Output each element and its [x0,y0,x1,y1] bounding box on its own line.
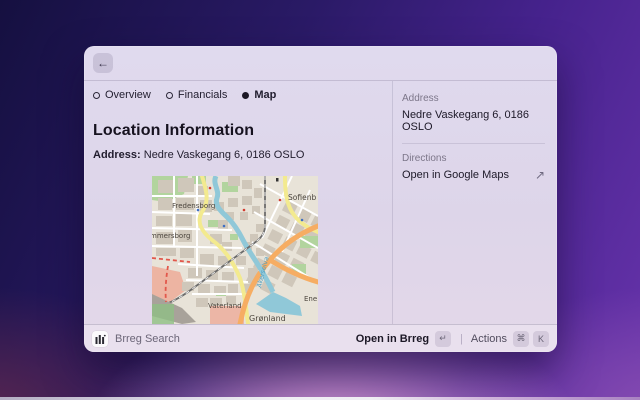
brreg-app-icon [92,331,108,347]
app-name: Brreg Search [115,333,180,345]
detail-main: Overview Financials Map Location Informa… [84,81,392,324]
sidebar-address-label: Address [402,93,545,104]
tab-map[interactable]: Map [242,89,276,101]
oslo-map-graphic: Fredensborg mmersborg Sofienb Vaterland … [152,176,318,324]
map-label-vaterland: Vaterland [208,302,242,310]
return-key-icon: ↵ [435,331,451,347]
sidebar-address-value: Nedre Vaskegang 6, 0186 OSLO [402,109,545,133]
open-in-google-maps-link[interactable]: Open in Google Maps ↗ [402,169,545,181]
window-content: Overview Financials Map Location Informa… [84,81,557,324]
tab-overview-label: Overview [105,89,151,101]
map-label-hammersborg: mmersborg [152,232,190,240]
window-header: ← [84,46,557,81]
brreg-logo-icon [94,333,106,345]
address-label: Address: [93,149,141,161]
radio-unselected-icon [166,92,173,99]
actions-label: Actions [471,333,507,345]
page-title: Location Information [93,122,382,140]
view-tabs: Overview Financials Map [93,89,382,101]
command-key-icon: ⌘ [513,331,529,347]
metadata-panel: Address Nedre Vaskegang 6, 0186 OSLO Dir… [393,81,557,324]
tab-map-label: Map [254,89,276,101]
primary-action-label: Open in Brreg [356,333,429,345]
k-key-icon: K [533,331,549,347]
map-label-sofienberg: Sofienb [288,193,316,202]
address-value: Nedre Vaskegang 6, 0186 OSLO [144,149,305,161]
actions-menu-button[interactable]: Actions ⌘ K [471,331,549,347]
sidebar-separator [402,143,545,144]
map-label-enerhaugen: Ene [304,295,317,303]
brreg-search-window: ← Overview Financials Map Location Infor… [84,46,557,352]
back-arrow-icon: ← [97,57,109,69]
back-button[interactable]: ← [93,53,113,73]
tab-overview[interactable]: Overview [93,89,151,101]
sidebar-directions-label: Directions [402,153,545,164]
footer-divider: | [460,333,463,345]
map-label-gronland: Grønland [249,314,286,323]
radio-unselected-icon [93,92,100,99]
tab-financials[interactable]: Financials [166,89,228,101]
radio-selected-icon [242,92,249,99]
map-label-fredensborg: Fredensborg [172,202,215,210]
open-in-google-maps-label: Open in Google Maps [402,169,509,181]
map-image: Fredensborg mmersborg Sofienb Vaterland … [152,176,318,324]
address-line: Address: Nedre Vaskegang 6, 0186 OSLO [93,149,382,161]
arrow-up-right-icon: ↗ [535,169,545,181]
primary-action-button[interactable]: Open in Brreg ↵ [356,331,451,347]
action-bar: Brreg Search Open in Brreg ↵ | Actions ⌘… [84,324,557,352]
tab-financials-label: Financials [178,89,228,101]
